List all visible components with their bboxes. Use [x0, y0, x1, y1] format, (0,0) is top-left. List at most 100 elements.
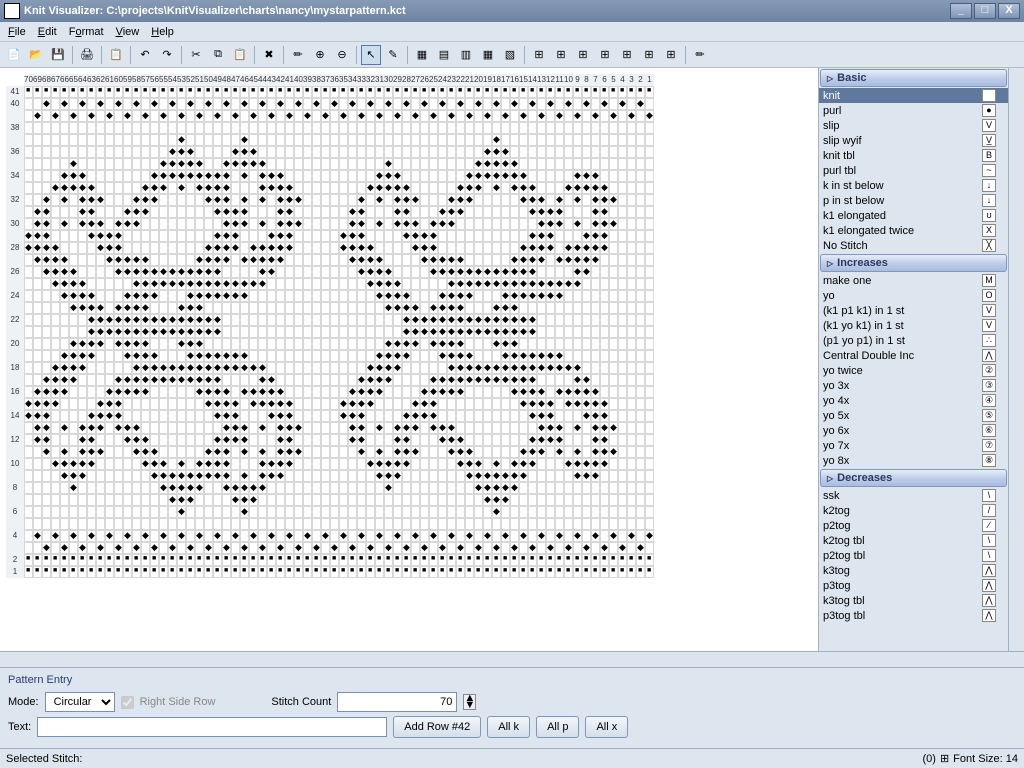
edit-icon[interactable]: ✎	[383, 45, 403, 65]
grid5-icon[interactable]: ⊞	[617, 45, 637, 65]
align1-icon[interactable]: ▦	[412, 45, 432, 65]
stitch-item[interactable]: k1 elongatedʊ	[819, 208, 1008, 223]
doc-icon[interactable]: 📋	[106, 45, 126, 65]
stitch-item[interactable]: (p1 yo p1) in 1 st∴	[819, 333, 1008, 348]
stitch-name: slip	[823, 120, 840, 132]
stitch-name: (p1 yo p1) in 1 st	[823, 335, 905, 347]
grid6-icon[interactable]: ⊞	[639, 45, 659, 65]
stitch-item[interactable]: k in st below↓	[819, 178, 1008, 193]
stitch-item[interactable]: yo 8x⑧	[819, 453, 1008, 468]
scrollbar-horizontal[interactable]	[0, 651, 1024, 667]
cut-icon[interactable]: ✂	[186, 45, 206, 65]
copy-icon[interactable]: ⧉	[208, 45, 228, 65]
stitch-item[interactable]: p3tog tbl⋀	[819, 608, 1008, 623]
stitch-symbol: ⋀	[982, 579, 996, 592]
grid1-icon[interactable]: ⊞	[529, 45, 549, 65]
stitch-item[interactable]: k1 elongated twiceX	[819, 223, 1008, 238]
stitch-item[interactable]: knit	[819, 88, 1008, 103]
paste-icon[interactable]: 📋	[230, 45, 250, 65]
align5-icon[interactable]: ▧	[500, 45, 520, 65]
stitch-item[interactable]: yo 3x③	[819, 378, 1008, 393]
allk-button[interactable]: All k	[487, 716, 530, 738]
stitch-item[interactable]: yo 7x⑦	[819, 438, 1008, 453]
align4-icon[interactable]: ▦	[478, 45, 498, 65]
pencil-icon[interactable]: ✏	[288, 45, 308, 65]
menu-file[interactable]: File	[2, 24, 32, 40]
menu-format[interactable]: Format	[63, 24, 110, 40]
stitch-name: p3tog tbl	[823, 610, 865, 622]
stitch-item[interactable]: slip wyifV̲	[819, 133, 1008, 148]
stitch-name: Central Double Inc	[823, 350, 914, 362]
group-header[interactable]: ▷Increases	[820, 254, 1007, 272]
stitch-item[interactable]: yo 4x④	[819, 393, 1008, 408]
stitch-count-input[interactable]	[337, 692, 457, 712]
stitch-item[interactable]: yo twice②	[819, 363, 1008, 378]
stitch-name: k1 elongated	[823, 210, 886, 222]
add-row-button[interactable]: Add Row #42	[393, 716, 481, 738]
stitch-item[interactable]: k2tog tbl\	[819, 533, 1008, 548]
window-title: Knit Visualizer: C:\projects\KnitVisuali…	[24, 5, 406, 17]
scrollbar-vertical[interactable]	[1008, 68, 1024, 651]
menu-edit[interactable]: Edit	[32, 24, 63, 40]
stitch-item[interactable]: p2tog tbl\	[819, 548, 1008, 563]
stitch-item[interactable]: purl tbl~	[819, 163, 1008, 178]
chart-area[interactable]: 7069686766656463626160595857565554535251…	[0, 68, 818, 651]
new-icon[interactable]: 📄	[4, 45, 24, 65]
stitch-item[interactable]: k3tog⋀	[819, 563, 1008, 578]
stitch-item[interactable]: purl●	[819, 103, 1008, 118]
text-input[interactable]	[37, 717, 387, 737]
menu-view[interactable]: View	[110, 24, 146, 40]
stitch-name: k2tog	[823, 505, 850, 517]
insert-icon[interactable]: ⊕	[310, 45, 330, 65]
maximize-button[interactable]: □	[974, 3, 996, 19]
stitch-item[interactable]: (k1 p1 k1) in 1 stV	[819, 303, 1008, 318]
stitch-item[interactable]: Central Double Inc⋀	[819, 348, 1008, 363]
stitch-item[interactable]: p3tog⋀	[819, 578, 1008, 593]
mode-select[interactable]: Circular	[45, 692, 115, 712]
grid2-icon[interactable]: ⊞	[551, 45, 571, 65]
align2-icon[interactable]: ▤	[434, 45, 454, 65]
stitch-item[interactable]: make oneM	[819, 273, 1008, 288]
grid3-icon[interactable]: ⊞	[573, 45, 593, 65]
stitch-symbol: V	[982, 319, 996, 332]
stitch-item[interactable]: yo 5x ⑤	[819, 408, 1008, 423]
minimize-button[interactable]: _	[950, 3, 972, 19]
menu-help[interactable]: Help	[145, 24, 180, 40]
stitch-item[interactable]: ssk\	[819, 488, 1008, 503]
stitch-symbol: ⑤	[982, 409, 996, 422]
grid7-icon[interactable]: ⊞	[661, 45, 681, 65]
allp-button[interactable]: All p	[536, 716, 579, 738]
color-icon[interactable]: ✏	[690, 45, 710, 65]
group-header[interactable]: ▷Basic	[820, 69, 1007, 87]
save-icon[interactable]: 💾	[48, 45, 68, 65]
stitch-item[interactable]: No Stitch╳	[819, 238, 1008, 253]
allx-button[interactable]: All x	[585, 716, 628, 738]
spinner-down-icon[interactable]: ▼	[464, 702, 475, 709]
stitch-item[interactable]: p in st below↓	[819, 193, 1008, 208]
stitch-item[interactable]: knit tblB	[819, 148, 1008, 163]
align3-icon[interactable]: ▥	[456, 45, 476, 65]
redo-icon[interactable]: ↷	[157, 45, 177, 65]
stitch-item[interactable]: yoO	[819, 288, 1008, 303]
stitch-item[interactable]: k2tog/	[819, 503, 1008, 518]
open-icon[interactable]: 📂	[26, 45, 46, 65]
stitch-name: yo 6x	[823, 425, 849, 437]
delete-icon[interactable]: ✖	[259, 45, 279, 65]
stitch-name: yo 5x	[823, 410, 849, 422]
stitch-symbol: ↓	[982, 179, 996, 192]
remove-icon[interactable]: ⊖	[332, 45, 352, 65]
stitch-item[interactable]: yo 6x⑥	[819, 423, 1008, 438]
stitch-symbol: ②	[982, 364, 996, 377]
print-icon[interactable]: 🖨	[77, 45, 97, 65]
titlebar: Knit Visualizer: C:\projects\KnitVisuali…	[0, 0, 1024, 22]
undo-icon[interactable]: ↶	[135, 45, 155, 65]
stitch-item[interactable]: slipV	[819, 118, 1008, 133]
stitch-item[interactable]: k3tog tbl⋀	[819, 593, 1008, 608]
close-button[interactable]: X	[998, 3, 1020, 19]
stitch-item[interactable]: p2tog∕	[819, 518, 1008, 533]
stitch-name: p in st below	[823, 195, 884, 207]
group-header[interactable]: ▷Decreases	[820, 469, 1007, 487]
stitch-item[interactable]: (k1 yo k1) in 1 stV	[819, 318, 1008, 333]
grid4-icon[interactable]: ⊞	[595, 45, 615, 65]
pointer-icon[interactable]: ↖	[361, 45, 381, 65]
